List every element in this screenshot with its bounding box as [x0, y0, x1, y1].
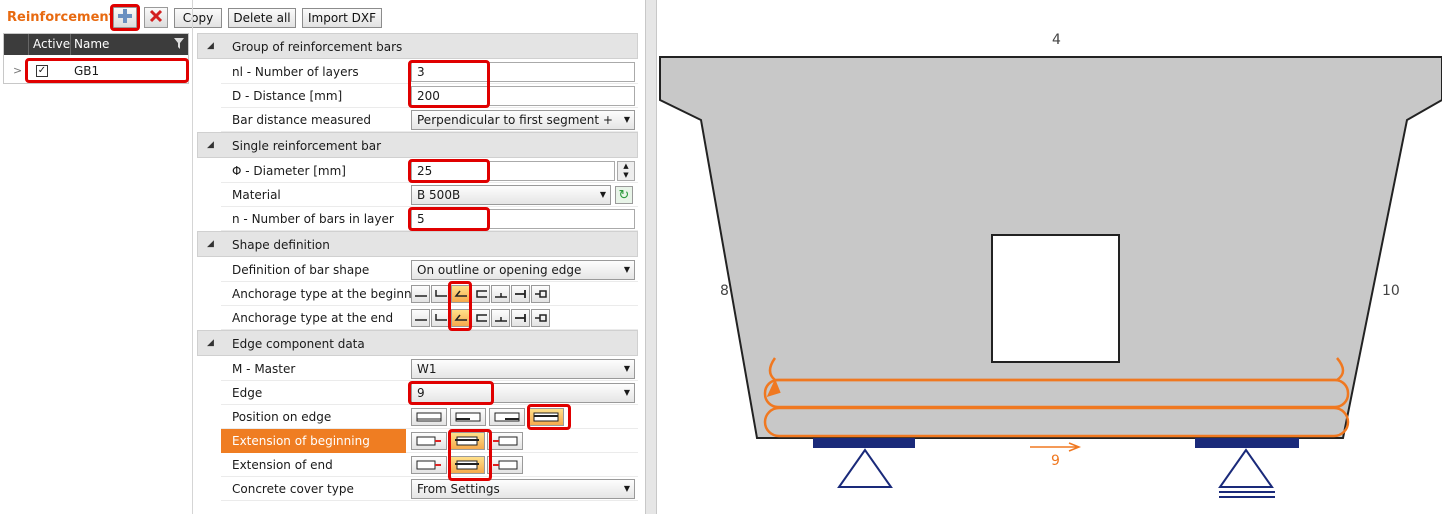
position-full-icon[interactable] [411, 408, 447, 426]
row-material: Material B 500B ▼ ↻ [221, 183, 638, 207]
anchorage-hook180-icon[interactable] [471, 309, 490, 327]
chevron-down-icon: ▼ [623, 388, 630, 397]
refresh-button[interactable]: ↻ [615, 186, 633, 204]
cover-dropdown[interactable]: From Settings ▼ [411, 479, 635, 499]
chevron-down-icon: ▼ [623, 115, 630, 124]
selection-highlight [408, 60, 490, 108]
edge-label-bottom: 9 [1051, 453, 1060, 469]
edge-label-left: 8 [720, 283, 729, 299]
panel-splitter[interactable] [645, 0, 657, 514]
anchorage-straight-icon[interactable] [411, 309, 430, 327]
opening [991, 234, 1120, 363]
selection-highlight [408, 381, 494, 405]
selection-highlight [408, 207, 490, 231]
selection-highlight [408, 159, 490, 183]
material-dropdown[interactable]: B 500B ▼ [411, 185, 611, 205]
delete-button[interactable] [144, 7, 168, 28]
anchorage-plate-icon[interactable] [511, 285, 530, 303]
panel-title: Reinforcement [7, 10, 115, 25]
edge-label-top: 4 [1052, 32, 1061, 48]
row-bar-shape: Definition of bar shape On outline or op… [221, 258, 638, 282]
support-left-icon [837, 448, 893, 488]
anchorage-hook180-icon[interactable] [471, 285, 490, 303]
anchorage-plate-icon[interactable] [511, 309, 530, 327]
row-ext-begin: Extension of beginning [221, 429, 638, 453]
chevron-down-icon: ▼ [623, 484, 630, 493]
row-ext-end: Extension of end [221, 453, 638, 477]
drawing-canvas[interactable]: 4 8 10 9 [657, 0, 1442, 514]
row-position: Position on edge [221, 405, 638, 429]
selection-highlight [527, 404, 571, 430]
anchorage-begin-group [411, 285, 550, 303]
copy-button[interactable]: Copy [174, 8, 222, 28]
position-start-icon[interactable] [450, 408, 486, 426]
row-expand-icon[interactable]: > [13, 64, 22, 77]
row-measured: Bar distance measured Perpendicular to f… [221, 108, 638, 132]
extension-start-icon[interactable] [487, 456, 523, 474]
refresh-icon: ↻ [618, 187, 630, 203]
edge-direction-arrow [1030, 442, 1082, 452]
edge-label-right: 10 [1382, 283, 1400, 299]
column-active[interactable]: Active [33, 37, 70, 51]
support-right-icon [1218, 448, 1275, 498]
selection-highlight [110, 4, 140, 31]
row-cover: Concrete cover type From Settings ▼ [221, 477, 638, 501]
extension-none-icon[interactable] [411, 456, 447, 474]
delete-x-icon [149, 9, 163, 26]
column-name[interactable]: Name [74, 37, 109, 51]
selection-highlight [448, 281, 472, 331]
collapse-icon[interactable]: ◢ [207, 41, 214, 51]
import-dxf-button[interactable]: Import DXF [302, 8, 382, 28]
anchorage-weld-icon[interactable] [491, 309, 510, 327]
selection-highlight [448, 429, 492, 481]
delete-all-button[interactable]: Delete all [228, 8, 296, 28]
measured-dropdown[interactable]: Perpendicular to first segment + ▼ [411, 110, 635, 130]
row-master: M - Master W1 ▼ [221, 357, 638, 381]
anchorage-coupler-icon[interactable] [531, 309, 550, 327]
anchorage-end-group [411, 309, 550, 327]
divider [192, 0, 193, 514]
diameter-stepper[interactable]: ▲ ▼ [617, 161, 635, 181]
selection-highlight [25, 58, 189, 83]
bar-shape-dropdown[interactable]: On outline or opening edge ▼ [411, 260, 635, 280]
position-end-icon[interactable] [489, 408, 525, 426]
row-anch-begin: Anchorage type at the beginning [221, 282, 638, 306]
chevron-down-icon: ▼ [599, 190, 606, 199]
chevron-down-icon: ▼ [623, 265, 630, 274]
section-shape[interactable]: ◢ Shape definition [197, 231, 638, 257]
section-edge[interactable]: ◢ Edge component data [197, 330, 638, 356]
extension-start-icon[interactable] [487, 432, 523, 450]
filter-icon[interactable] [174, 38, 184, 53]
grid-header: Active Name [4, 34, 188, 55]
anchorage-coupler-icon[interactable] [531, 285, 550, 303]
support-plate-right [1195, 438, 1299, 448]
extension-none-icon[interactable] [411, 432, 447, 450]
chevron-down-icon: ▼ [623, 364, 630, 373]
collapse-icon[interactable]: ◢ [207, 338, 214, 348]
collapse-icon[interactable]: ◢ [207, 239, 214, 249]
row-anch-end: Anchorage type at the end [221, 306, 638, 330]
master-dropdown[interactable]: W1 ▼ [411, 359, 635, 379]
section-group[interactable]: ◢ Group of reinforcement bars [197, 33, 638, 59]
anchorage-straight-icon[interactable] [411, 285, 430, 303]
section-single-bar[interactable]: ◢ Single reinforcement bar [197, 132, 638, 158]
anchorage-weld-icon[interactable] [491, 285, 510, 303]
collapse-icon[interactable]: ◢ [207, 140, 214, 150]
support-plate-left [813, 438, 915, 448]
